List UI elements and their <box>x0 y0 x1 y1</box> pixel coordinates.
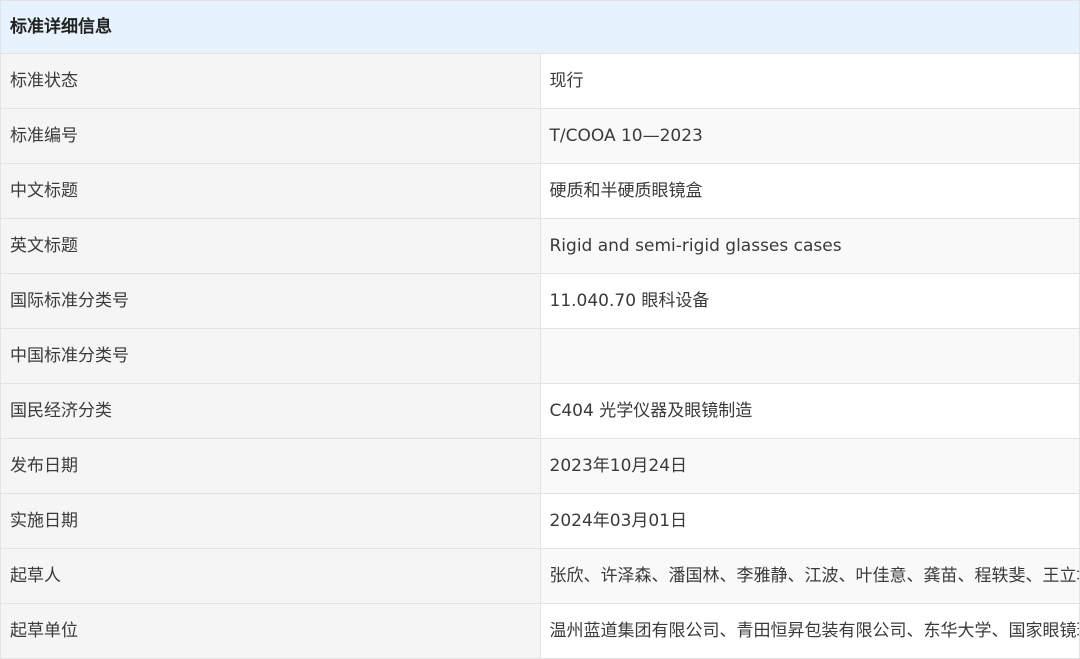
table-row-chinese-title: 中文标题 硬质和半硬质眼镜盒 <box>0 163 1080 219</box>
row-label: 国际标准分类号 <box>0 273 541 329</box>
row-value: 11.040.70 眼科设备 <box>539 273 1080 329</box>
table-row-effective-date: 实施日期 2024年03月01日 <box>0 493 1080 549</box>
table-row-drafting-units: 起草单位 温州蓝道集团有限公司、青田恒昇包装有限公司、东华大学、国家眼镜玻璃搪瓷… <box>0 603 1080 659</box>
row-value: 张欣、许泽森、潘国林、李雅静、江波、叶佳意、龚苗、程轶斐、王立坤、任鹏帅、薛剑赟… <box>539 548 1080 604</box>
table-row-number: 标准编号 T/COOA 10—2023 <box>0 108 1080 164</box>
row-label: 中文标题 <box>0 163 541 219</box>
standard-detail-table: 标准详细信息 标准状态 现行 标准编号 T/COOA 10—2023 中文标题 … <box>0 0 1080 659</box>
row-label: 发布日期 <box>0 438 541 494</box>
table-row-ics: 国际标准分类号 11.040.70 眼科设备 <box>0 273 1080 329</box>
table-row-ccs: 中国标准分类号 <box>0 328 1080 384</box>
row-value: C404 光学仪器及眼镜制造 <box>539 383 1080 439</box>
row-value: 硬质和半硬质眼镜盒 <box>539 163 1080 219</box>
table-title: 标准详细信息 <box>0 0 1080 54</box>
row-value: 2024年03月01日 <box>539 493 1080 549</box>
row-label: 国民经济分类 <box>0 383 541 439</box>
row-label: 中国标准分类号 <box>0 328 541 384</box>
row-label: 英文标题 <box>0 218 541 274</box>
row-label: 标准编号 <box>0 108 541 164</box>
row-label: 起草人 <box>0 548 541 604</box>
row-value <box>539 328 1080 384</box>
table-row-economic-class: 国民经济分类 C404 光学仪器及眼镜制造 <box>0 383 1080 439</box>
row-label: 标准状态 <box>0 53 541 109</box>
row-value: 2023年10月24日 <box>539 438 1080 494</box>
row-value: 温州蓝道集团有限公司、青田恒昇包装有限公司、东华大学、国家眼镜玻璃搪瓷制品质量检… <box>539 603 1080 659</box>
row-label: 实施日期 <box>0 493 541 549</box>
table-row-drafters: 起草人 张欣、许泽森、潘国林、李雅静、江波、叶佳意、龚苗、程轶斐、王立坤、任鹏帅… <box>0 548 1080 604</box>
row-value: T/COOA 10—2023 <box>539 108 1080 164</box>
table-row-english-title: 英文标题 Rigid and semi-rigid glasses cases <box>0 218 1080 274</box>
row-value: Rigid and semi-rigid glasses cases <box>539 218 1080 274</box>
table-header-row: 标准详细信息 <box>0 0 1080 54</box>
row-label: 起草单位 <box>0 603 541 659</box>
table-row-status: 标准状态 现行 <box>0 53 1080 109</box>
table-row-publish-date: 发布日期 2023年10月24日 <box>0 438 1080 494</box>
row-value: 现行 <box>539 53 1080 109</box>
